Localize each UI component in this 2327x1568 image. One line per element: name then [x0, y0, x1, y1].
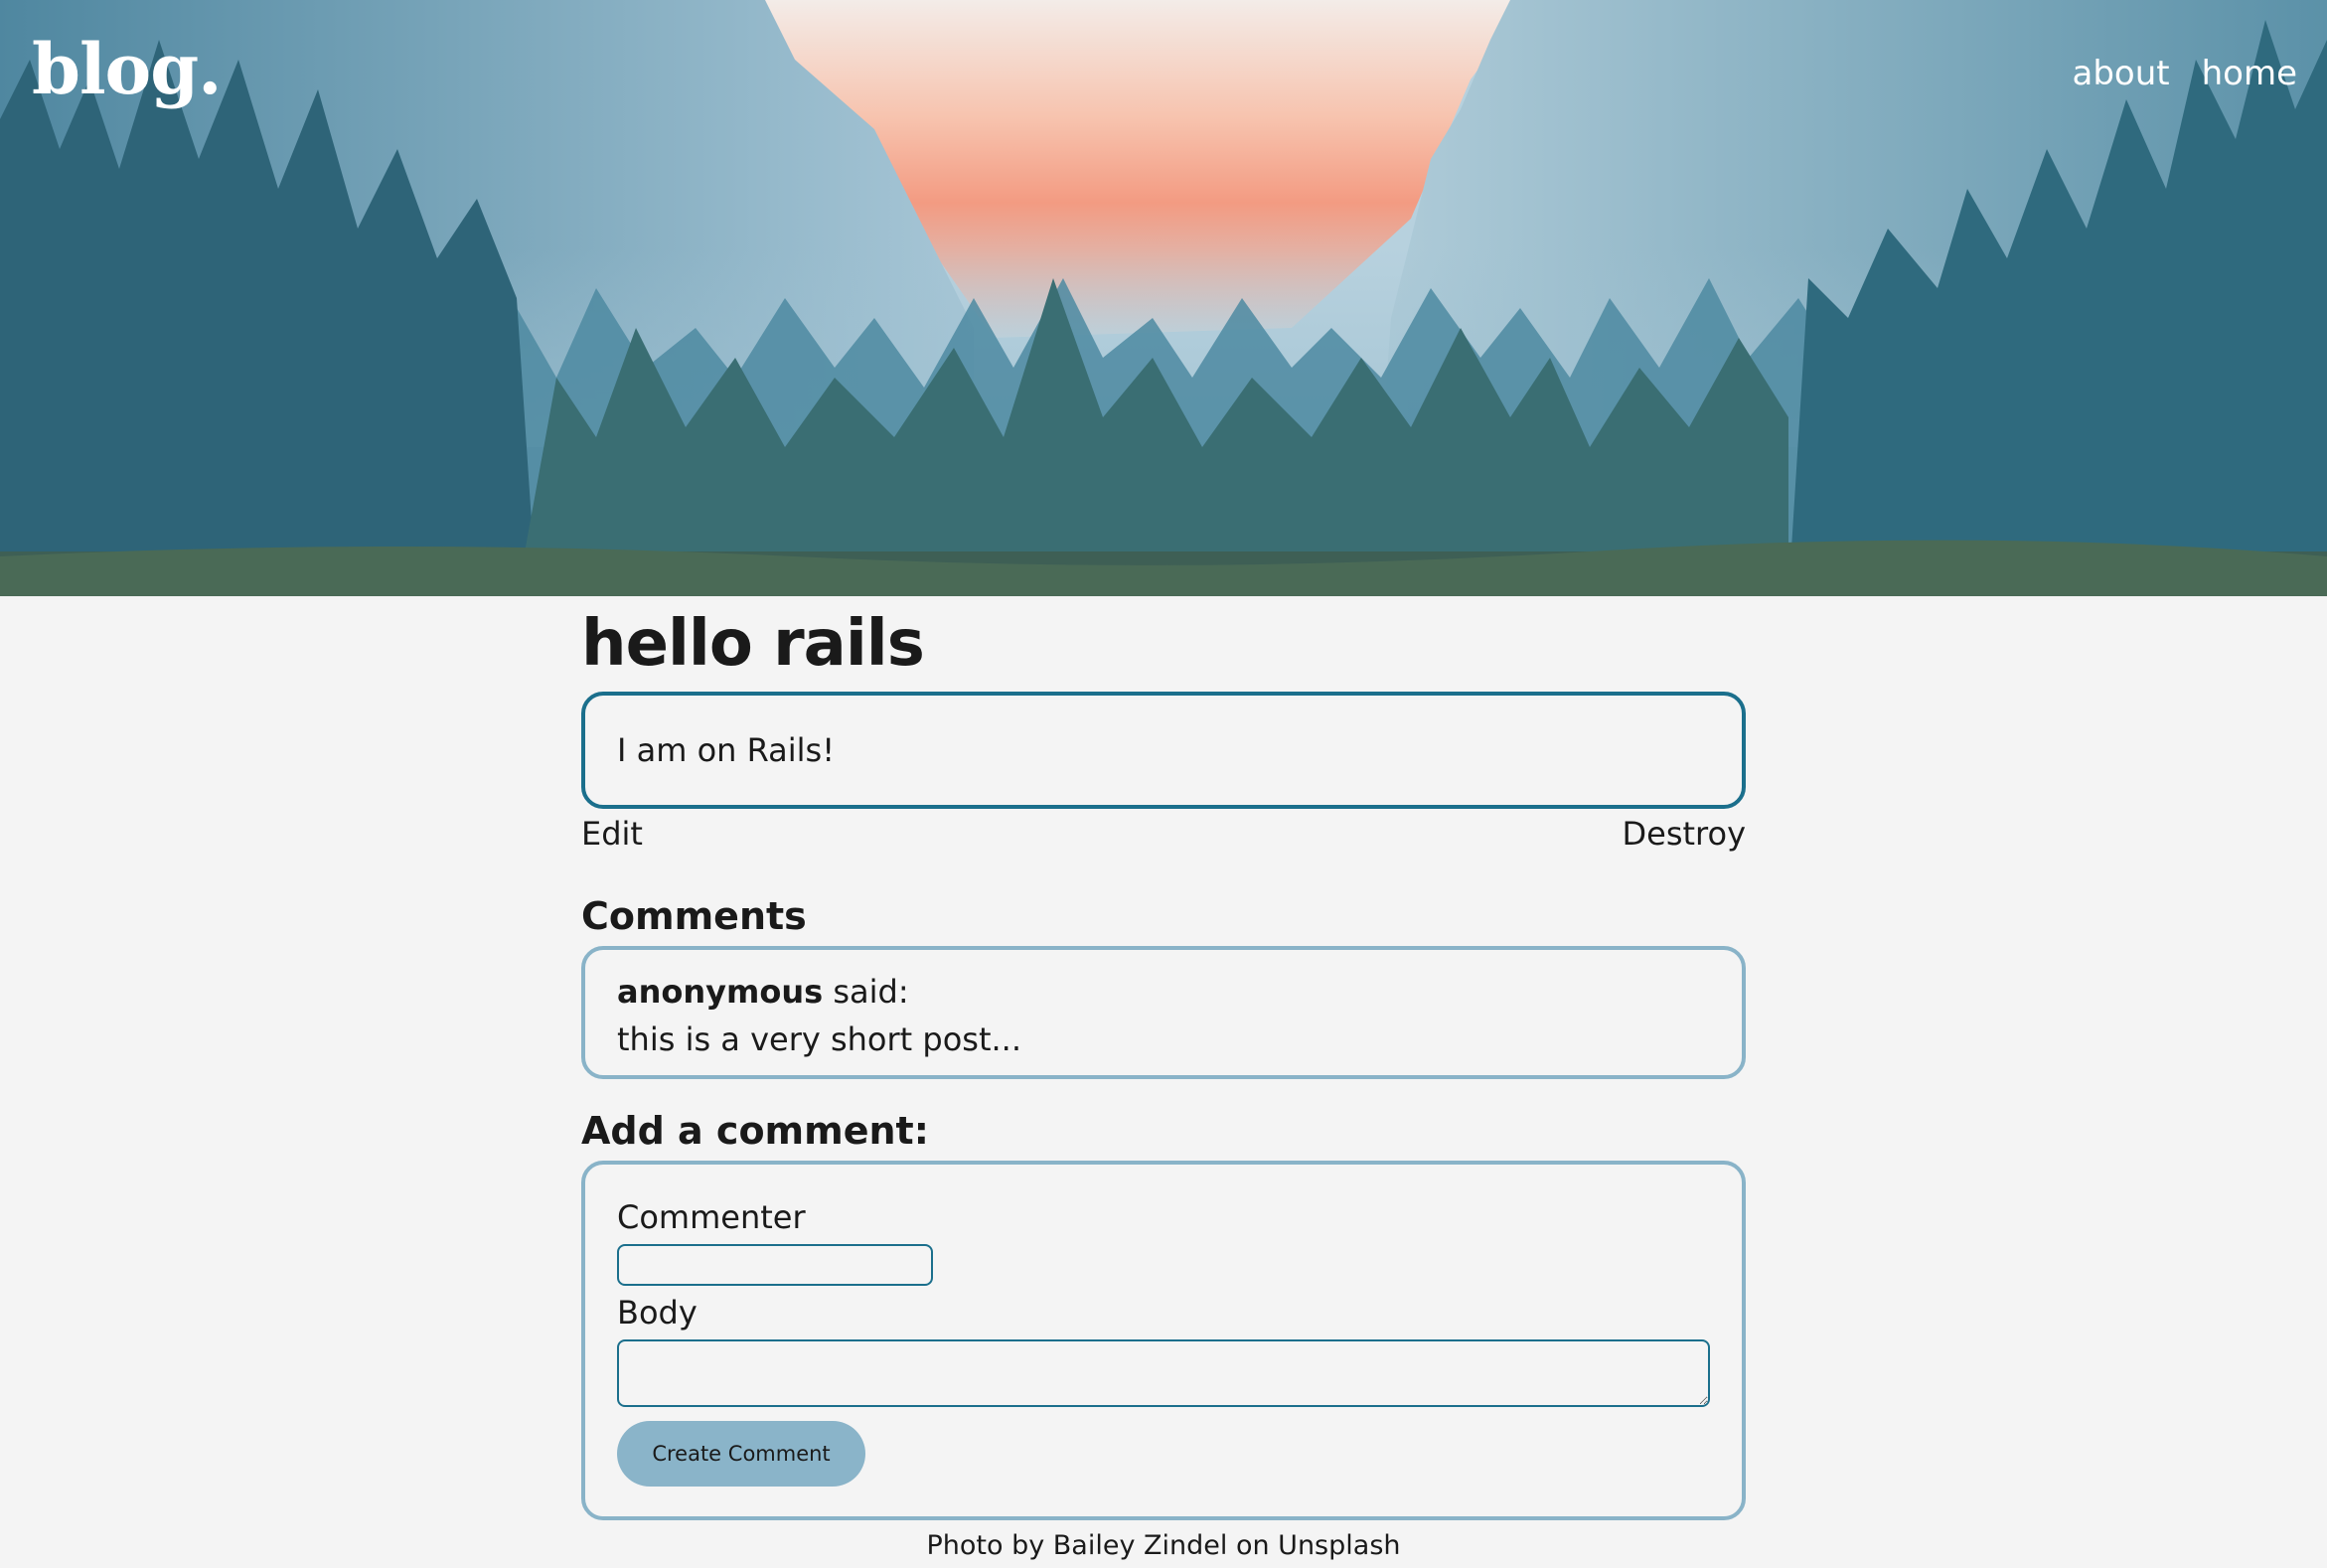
comment-item: anonymous said: this is a very short pos… — [581, 946, 1746, 1079]
add-comment-form: Commenter Body Create Comment — [581, 1161, 1746, 1520]
comment-said: said: — [833, 973, 909, 1011]
create-comment-button[interactable]: Create Comment — [617, 1421, 865, 1487]
comment-text: this is a very short post... — [617, 1020, 1021, 1058]
post-actions: Edit Destroy — [581, 815, 1746, 853]
header-hero-image: blog. about home — [0, 0, 2327, 596]
comments-heading: Comments — [581, 894, 807, 938]
add-comment-heading: Add a comment: — [581, 1109, 929, 1153]
edit-link[interactable]: Edit — [581, 815, 643, 853]
nav-link-home[interactable]: home — [2202, 54, 2297, 93]
post-title: hello rails — [581, 607, 925, 681]
body-label: Body — [617, 1294, 698, 1332]
comment-author: anonymous — [617, 973, 824, 1011]
post-content: hello rails I am on Rails! Edit Destroy … — [581, 596, 1746, 1520]
destroy-link[interactable]: Destroy — [1622, 815, 1746, 853]
comment-header: anonymous said: — [617, 968, 1710, 1016]
post-body-box: I am on Rails! — [581, 692, 1746, 809]
main-nav: about home — [2073, 54, 2298, 93]
commenter-input[interactable] — [617, 1244, 933, 1286]
commenter-label: Commenter — [617, 1198, 806, 1236]
post-body-text: I am on Rails! — [617, 731, 836, 769]
nav-link-about[interactable]: about — [2073, 54, 2170, 93]
site-logo[interactable]: blog. — [32, 28, 223, 110]
landscape-illustration — [0, 0, 2327, 596]
body-textarea[interactable] — [617, 1339, 1710, 1407]
photo-credit: Photo by Bailey Zindel on Unsplash — [926, 1530, 1401, 1561]
